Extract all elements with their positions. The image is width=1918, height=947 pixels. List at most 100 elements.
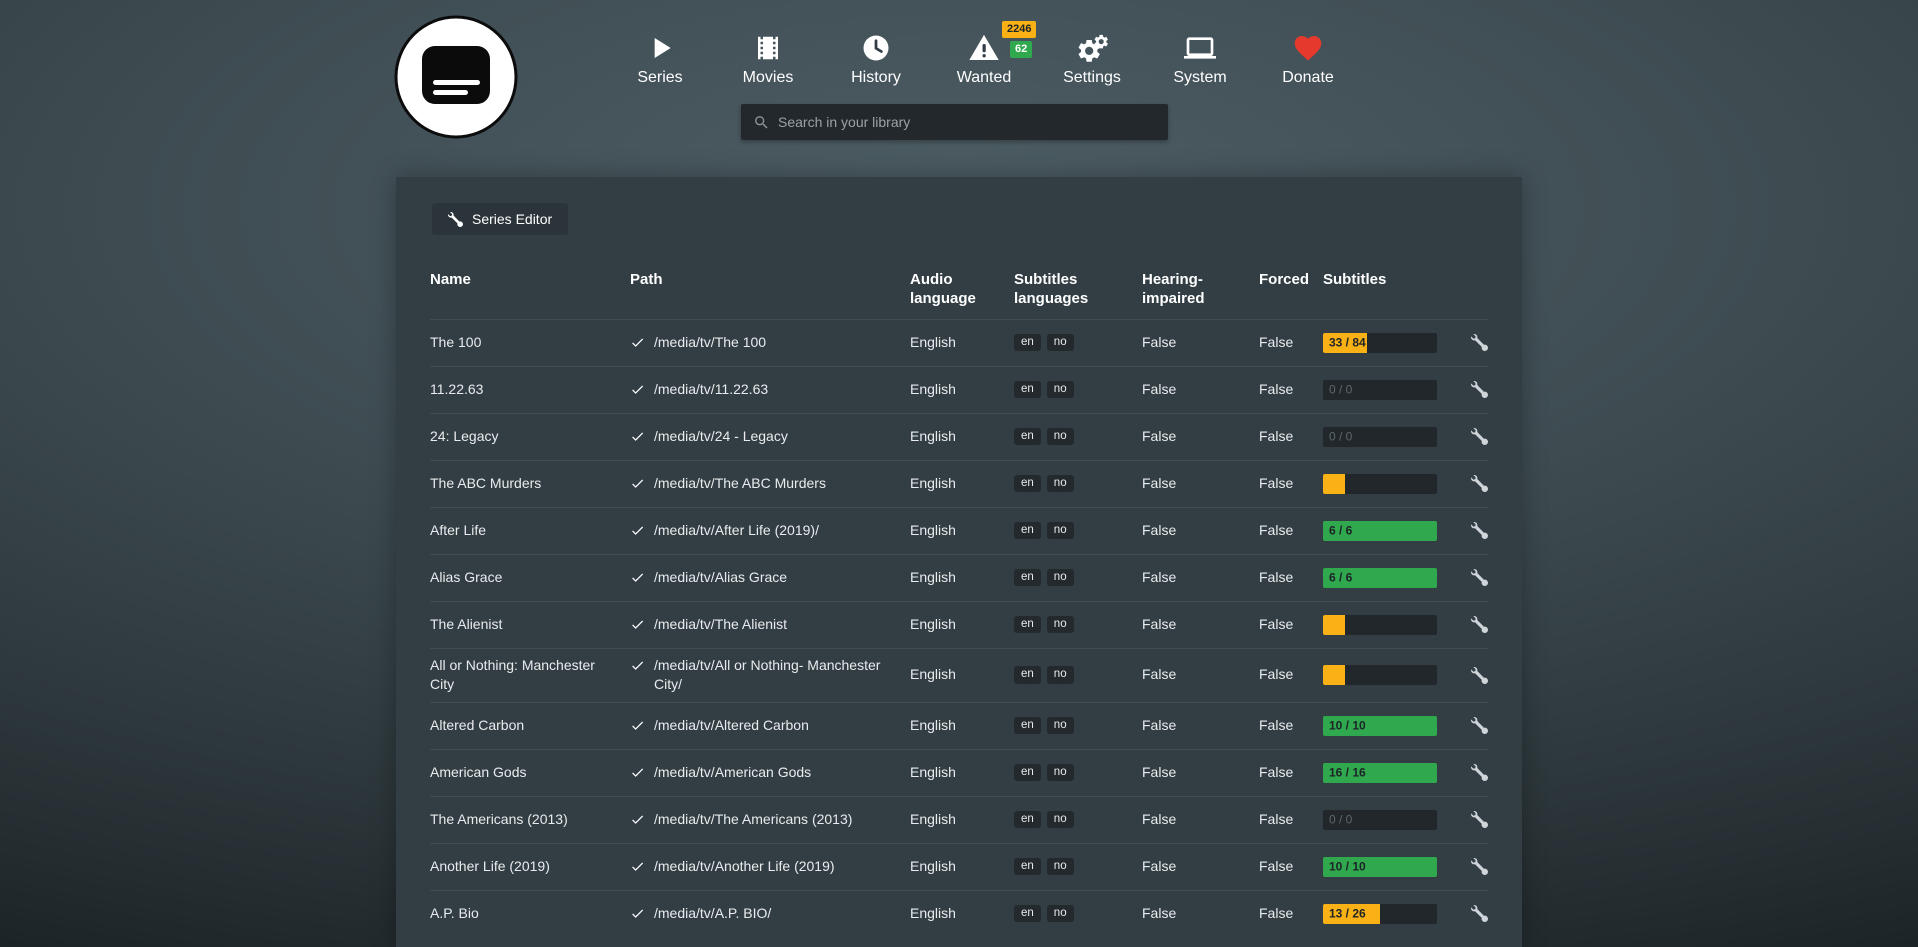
audio-language: English	[910, 474, 1014, 494]
check-icon	[630, 765, 645, 780]
nav-item-system[interactable]: System	[1146, 30, 1254, 87]
wrench-icon[interactable]	[1471, 616, 1488, 633]
nav-item-wanted[interactable]: 2246 62 Wanted	[930, 30, 1038, 87]
table-row[interactable]: The Americans (2013) /media/tv/The Ameri…	[430, 796, 1488, 843]
forced-value: False	[1259, 857, 1323, 877]
series-path: /media/tv/All or Nothing- Manchester Cit…	[654, 656, 900, 695]
table-row[interactable]: Altered Carbon /media/tv/Altered Carbon …	[430, 702, 1488, 749]
nav-item-series[interactable]: Series	[606, 30, 714, 87]
language-badge: no	[1047, 717, 1074, 735]
language-badge: en	[1014, 569, 1041, 587]
language-badge: en	[1014, 666, 1041, 684]
nav-item-donate[interactable]: Donate	[1254, 30, 1362, 87]
subtitles-progress: 33 / 84	[1323, 333, 1437, 353]
subtitles-progress: 0 / 0	[1323, 427, 1437, 447]
wrench-icon[interactable]	[1471, 334, 1488, 351]
wrench-icon[interactable]	[1471, 522, 1488, 539]
forced-value: False	[1259, 665, 1323, 685]
series-path: /media/tv/Altered Carbon	[654, 716, 809, 736]
audio-language: English	[910, 904, 1014, 924]
series-name: The Alienist	[430, 615, 630, 635]
forced-value: False	[1259, 763, 1323, 783]
series-editor-button[interactable]: Series Editor	[432, 203, 568, 235]
subtitles-progress-label: 33 / 84	[1329, 334, 1366, 351]
top-header: Series Movies History 2246 62	[396, 0, 1522, 177]
wrench-icon[interactable]	[1471, 667, 1488, 684]
wrench-icon[interactable]	[1471, 858, 1488, 875]
play-icon	[644, 30, 676, 66]
wrench-icon[interactable]	[1471, 428, 1488, 445]
language-badge: no	[1047, 522, 1074, 540]
series-name: 24: Legacy	[430, 427, 630, 447]
wrench-icon[interactable]	[1471, 811, 1488, 828]
language-badge: en	[1014, 717, 1041, 735]
nav-item-history[interactable]: History	[822, 30, 930, 87]
audio-language: English	[910, 665, 1014, 685]
forced-value: False	[1259, 474, 1323, 494]
nav-item-settings[interactable]: Settings	[1038, 30, 1146, 87]
language-badge: no	[1047, 475, 1074, 493]
nav-item-movies[interactable]: Movies	[714, 30, 822, 87]
table-row[interactable]: 11.22.63 /media/tv/11.22.63 English enno…	[430, 366, 1488, 413]
subtitles-progress: 16 / 16	[1323, 763, 1437, 783]
table-row[interactable]: American Gods /media/tv/American Gods En…	[430, 749, 1488, 796]
subtitles-progress	[1323, 615, 1437, 635]
hearing-impaired-value: False	[1142, 810, 1259, 830]
search-input[interactable]	[778, 104, 1168, 140]
check-icon	[630, 382, 645, 397]
check-icon	[630, 617, 645, 632]
language-badge: no	[1047, 811, 1074, 829]
series-path: /media/tv/The Alienist	[654, 615, 787, 635]
bazarr-logo-icon	[392, 13, 520, 141]
audio-language: English	[910, 380, 1014, 400]
language-badge: no	[1047, 905, 1074, 923]
language-badge: no	[1047, 381, 1074, 399]
hearing-impaired-value: False	[1142, 904, 1259, 924]
series-name: American Gods	[430, 763, 630, 783]
wrench-icon[interactable]	[1471, 569, 1488, 586]
check-icon	[630, 658, 645, 673]
app-logo[interactable]	[392, 13, 520, 141]
wrench-icon[interactable]	[1471, 475, 1488, 492]
subtitle-languages: enno	[1014, 475, 1142, 493]
subtitles-progress	[1323, 665, 1437, 685]
wrench-icon[interactable]	[1471, 381, 1488, 398]
nav-label: Donate	[1282, 69, 1334, 87]
subtitles-progress: 10 / 10	[1323, 716, 1437, 736]
table-row[interactable]: The ABC Murders /media/tv/The ABC Murder…	[430, 460, 1488, 507]
table-row[interactable]: All or Nothing: Manchester City /media/t…	[430, 648, 1488, 702]
table-row[interactable]: The 100 /media/tv/The 100 English enno F…	[430, 319, 1488, 366]
wrench-icon[interactable]	[1471, 717, 1488, 734]
table-row[interactable]: Another Life (2019) /media/tv/Another Li…	[430, 843, 1488, 890]
header-subtitles-languages: Subtitles languages	[1014, 271, 1142, 309]
language-badge: en	[1014, 764, 1041, 782]
hearing-impaired-value: False	[1142, 716, 1259, 736]
check-icon	[630, 570, 645, 585]
heart-icon	[1292, 30, 1324, 66]
subtitles-progress-label: 16 / 16	[1329, 764, 1366, 781]
subtitles-progress-label: 13 / 26	[1329, 905, 1366, 922]
subtitles-progress-label: 0 / 0	[1329, 381, 1352, 398]
wrench-icon[interactable]	[1471, 764, 1488, 781]
series-name: Alias Grace	[430, 568, 630, 588]
table-row[interactable]: A.P. Bio /media/tv/A.P. BIO/ English enn…	[430, 890, 1488, 937]
series-path: /media/tv/Alias Grace	[654, 568, 787, 588]
wrench-icon[interactable]	[1471, 905, 1488, 922]
subtitle-languages: enno	[1014, 569, 1142, 587]
nav-label: System	[1173, 69, 1226, 87]
subtitle-languages: enno	[1014, 717, 1142, 735]
table-row[interactable]: After Life /media/tv/After Life (2019)/ …	[430, 507, 1488, 554]
forced-value: False	[1259, 521, 1323, 541]
table-row[interactable]: Alias Grace /media/tv/Alias Grace Englis…	[430, 554, 1488, 601]
series-path: /media/tv/24 - Legacy	[654, 427, 788, 447]
series-path: /media/tv/After Life (2019)/	[654, 521, 819, 541]
series-name: Another Life (2019)	[430, 857, 630, 877]
language-badge: en	[1014, 522, 1041, 540]
table-row[interactable]: 24: Legacy /media/tv/24 - Legacy English…	[430, 413, 1488, 460]
header-name: Name	[430, 271, 630, 290]
audio-language: English	[910, 427, 1014, 447]
language-badge: en	[1014, 616, 1041, 634]
nav-label: Series	[637, 69, 682, 87]
table-row[interactable]: The Alienist /media/tv/The Alienist Engl…	[430, 601, 1488, 648]
language-badge: no	[1047, 569, 1074, 587]
